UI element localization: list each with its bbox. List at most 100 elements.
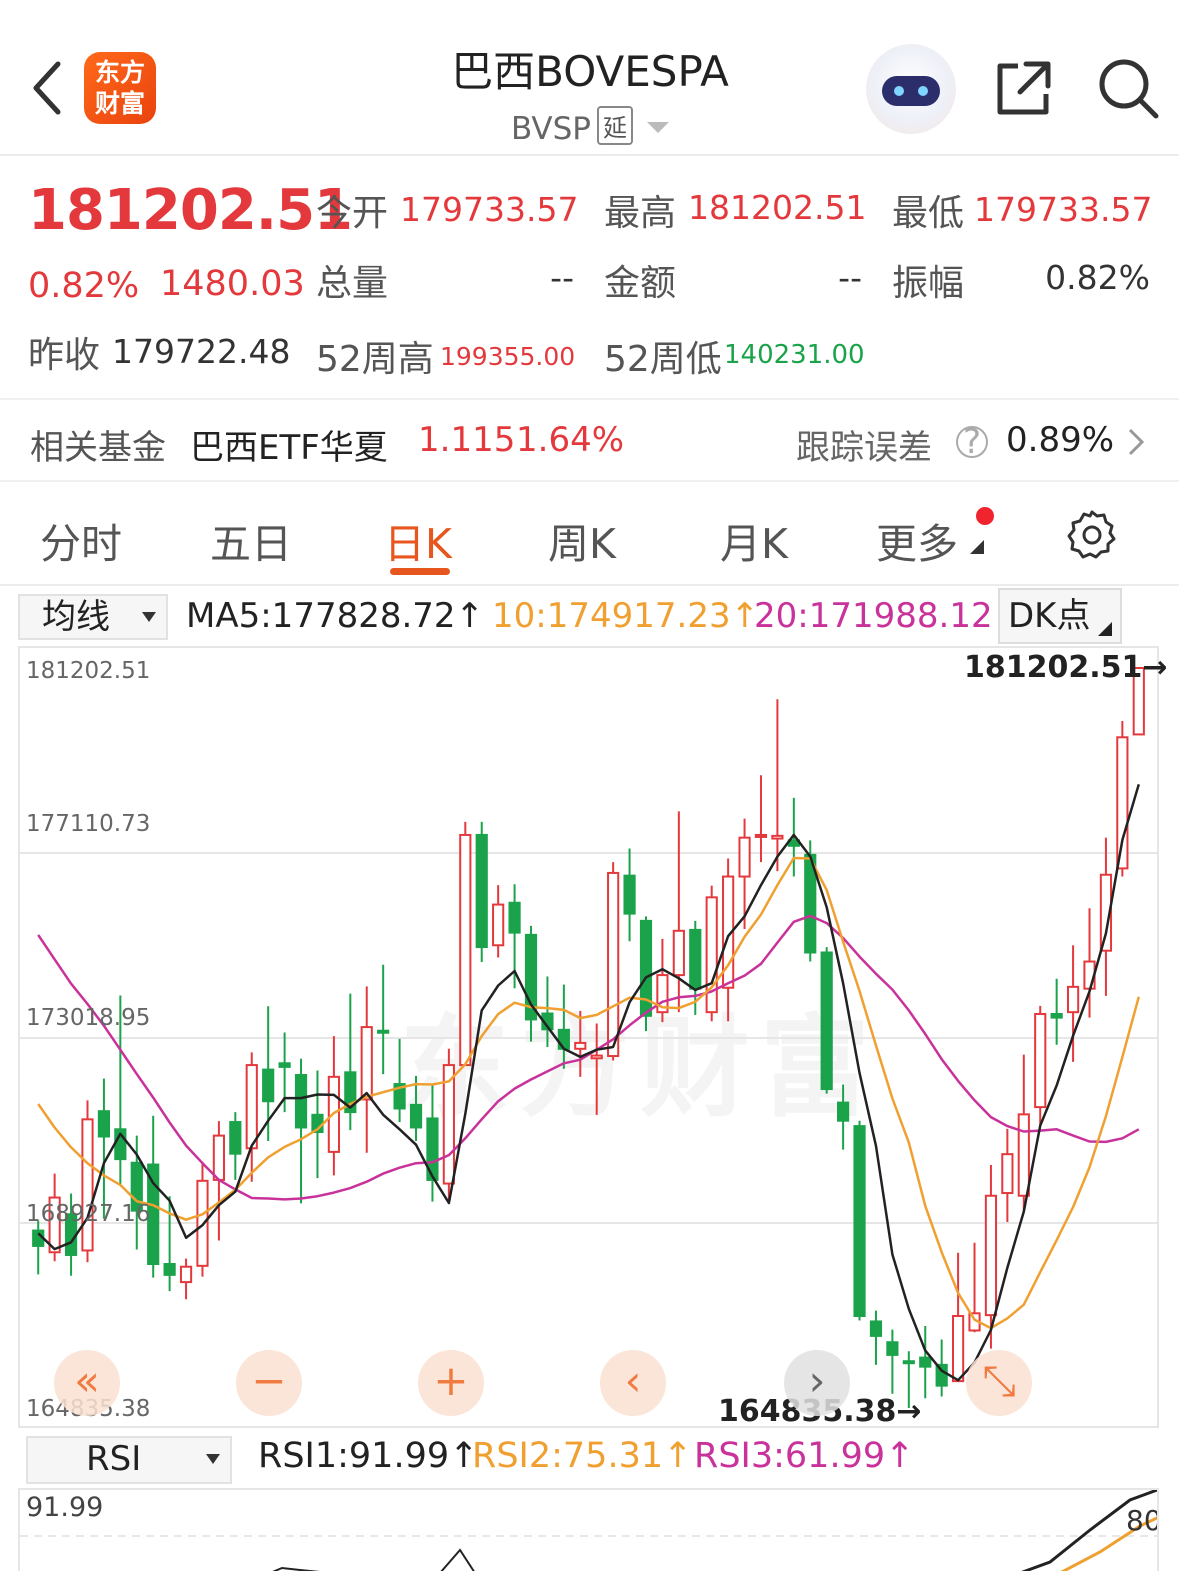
related-fund-row[interactable]: 相关基金 巴西ETF华夏 1.115 1.64% 跟踪误差 ? 0.89% bbox=[0, 398, 1179, 482]
candle bbox=[97, 1078, 111, 1219]
scroll-left-fast-button[interactable]: « bbox=[54, 1350, 120, 1416]
ma10-value: 10:174917.23↑ bbox=[492, 596, 760, 636]
volume-value: -- bbox=[550, 258, 574, 297]
candle bbox=[705, 885, 718, 1022]
y-axis-label-top: 181202.51 bbox=[26, 658, 151, 684]
candle bbox=[475, 821, 488, 962]
candle bbox=[771, 699, 784, 872]
candle bbox=[179, 1258, 193, 1300]
dk-point-button[interactable]: DK点 bbox=[998, 588, 1122, 644]
rsi1-value: RSI1:91.99↑ bbox=[258, 1436, 479, 1476]
search-icon[interactable] bbox=[1096, 56, 1160, 120]
related-fund-price: 1.115 bbox=[418, 420, 516, 460]
change-percent: 0.82% bbox=[28, 266, 140, 306]
y-axis-label-4: 168927.16 bbox=[26, 1201, 151, 1227]
tab-five-day[interactable]: 五日 bbox=[210, 510, 292, 570]
rsi2-value: RSI2:75.31↑ bbox=[472, 1436, 693, 1476]
candle bbox=[754, 775, 768, 863]
candle bbox=[377, 964, 390, 1075]
symbol-code-text: BVSP bbox=[511, 111, 591, 147]
candle bbox=[294, 1058, 308, 1204]
symbol-code[interactable]: BVSP 延 bbox=[380, 106, 800, 147]
candle bbox=[459, 821, 472, 1067]
scroll-right-button[interactable]: › bbox=[784, 1350, 850, 1416]
candle bbox=[1001, 1128, 1014, 1222]
candle bbox=[952, 1252, 965, 1383]
tab-daily-k[interactable]: 日K bbox=[384, 510, 452, 570]
candle bbox=[81, 1100, 94, 1263]
candle bbox=[738, 818, 751, 929]
candle bbox=[393, 1038, 406, 1123]
amount-label: 金额 bbox=[604, 263, 677, 304]
tab-monthly-k[interactable]: 月K bbox=[720, 510, 788, 570]
candle bbox=[32, 1220, 45, 1275]
rsi-svg: 80 bbox=[20, 1490, 1157, 1571]
kline-svg bbox=[20, 667, 1157, 1409]
candle bbox=[886, 1329, 899, 1394]
period-tabs: 分时 五日 日K 周K 月K 更多 bbox=[0, 482, 1179, 586]
related-fund-pct: 1.64% bbox=[516, 420, 625, 460]
tab-weekly-k[interactable]: 周K bbox=[548, 510, 616, 570]
candle bbox=[541, 976, 554, 1047]
dk-corner-icon bbox=[1098, 622, 1112, 636]
fullscreen-button[interactable]: ⤡ bbox=[966, 1350, 1032, 1416]
candle bbox=[853, 1120, 866, 1321]
related-fund-name: 巴西ETF华夏 bbox=[190, 428, 388, 468]
gear-icon[interactable] bbox=[1066, 508, 1118, 560]
tab-intraday[interactable]: 分时 bbox=[40, 510, 122, 570]
candle bbox=[1034, 1005, 1047, 1126]
prev-close-label: 昨收 bbox=[28, 335, 101, 376]
tracking-error-value: 0.89% bbox=[1006, 420, 1115, 460]
rsi3-value: RSI3:61.99↑ bbox=[694, 1436, 915, 1476]
ma20-value: 20:171988.12↑ bbox=[754, 596, 1022, 636]
current-price: 181202.51 bbox=[28, 178, 353, 243]
high-label: 最高 bbox=[604, 193, 677, 234]
open-value: 179733.57 bbox=[400, 190, 579, 229]
candle bbox=[360, 986, 373, 1153]
max-price-marker: 181202.51→ bbox=[964, 650, 1168, 685]
zoom-in-button[interactable]: + bbox=[418, 1350, 484, 1416]
candle bbox=[607, 862, 620, 1061]
amount-value: -- bbox=[838, 258, 862, 297]
low-value: 179733.57 bbox=[974, 190, 1153, 229]
related-fund-label: 相关基金 bbox=[30, 428, 166, 468]
low52-label: 52周低 bbox=[604, 339, 722, 380]
indicator-selector[interactable]: 均线 bbox=[18, 594, 168, 640]
candle bbox=[919, 1325, 932, 1399]
candle bbox=[656, 938, 669, 1023]
ma20-line bbox=[37, 914, 1140, 1201]
dropdown-triangle-icon bbox=[206, 1454, 220, 1464]
high-value: 181202.51 bbox=[688, 188, 867, 227]
notification-dot bbox=[976, 507, 994, 525]
high52-label: 52周高 bbox=[316, 339, 434, 380]
kline-chart[interactable]: 东方财富 181202.51 177110.73 173018.95 16892… bbox=[18, 646, 1168, 1429]
ai-assistant-robot-icon[interactable] bbox=[866, 44, 956, 134]
dropdown-caret-icon bbox=[646, 122, 669, 133]
rsi-selector[interactable]: RSI bbox=[26, 1436, 232, 1484]
candle bbox=[524, 925, 538, 1042]
help-icon[interactable]: ? bbox=[956, 425, 988, 459]
tab-more[interactable]: 更多 bbox=[876, 510, 958, 570]
dropdown-triangle-icon bbox=[142, 612, 156, 622]
rsi-level-label: 80 bbox=[1126, 1504, 1157, 1537]
candle bbox=[492, 885, 505, 958]
low52-value: 140231.00 bbox=[724, 340, 865, 370]
high52-value: 199355.00 bbox=[440, 342, 576, 371]
share-icon[interactable] bbox=[992, 56, 1056, 120]
candle bbox=[245, 1052, 258, 1182]
scroll-left-button[interactable]: ‹ bbox=[600, 1350, 666, 1416]
candle bbox=[1050, 978, 1063, 1045]
candle bbox=[623, 848, 636, 942]
tracking-error-label: 跟踪误差 bbox=[796, 428, 932, 468]
more-corner-icon bbox=[970, 540, 984, 554]
candle bbox=[869, 1310, 883, 1365]
top-nav-bar: 东方 财富 巴西BOVESPA BVSP 延 bbox=[0, 0, 1179, 156]
back-arrow-icon[interactable] bbox=[28, 58, 68, 118]
candle bbox=[147, 1115, 160, 1278]
y-axis-label-2: 177110.73 bbox=[26, 811, 151, 837]
open-label: 今开 bbox=[316, 193, 389, 234]
indicator-selector-label: 均线 bbox=[42, 597, 110, 637]
zoom-out-button[interactable]: − bbox=[236, 1350, 302, 1416]
active-tab-indicator bbox=[390, 568, 450, 575]
ma5-value: MA5:177828.72↑ bbox=[186, 596, 485, 636]
